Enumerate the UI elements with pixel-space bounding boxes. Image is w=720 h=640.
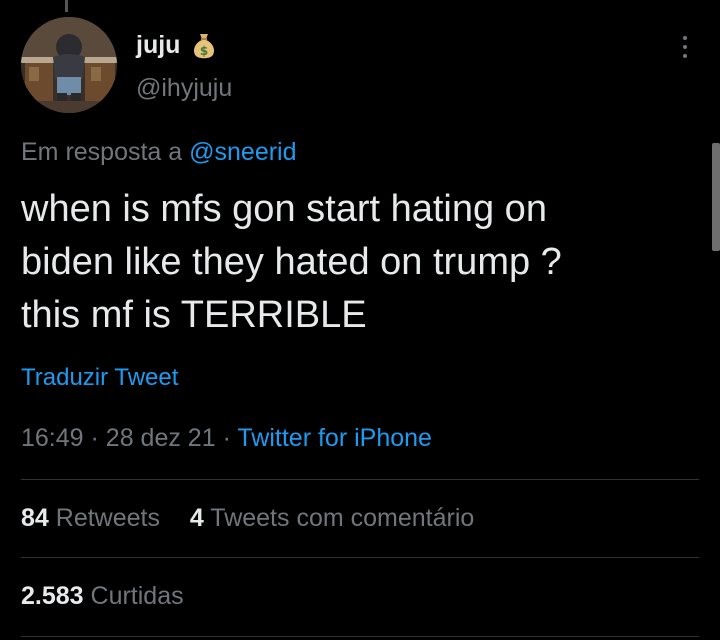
avatar[interactable] (21, 17, 117, 113)
divider (21, 557, 699, 558)
likes-stat[interactable]: 2.583 Curtidas (21, 581, 184, 611)
retweets-label: Retweets (55, 504, 160, 532)
tweet-meta: 16:49 · 28 dez 21 · Twitter for iPhone (21, 423, 432, 453)
quote-tweets-label: Tweets com comentário (210, 504, 475, 532)
likes-count: 2.583 (21, 582, 84, 610)
author-handle[interactable]: @ihyjuju (136, 76, 232, 101)
retweets-count: 84 (21, 504, 49, 532)
reply-context: Em resposta a @sneerid (21, 137, 297, 167)
translate-tweet-link[interactable]: Traduzir Tweet (21, 364, 178, 393)
tweet-detail-view: juju $ @ihyjuju Em resposta a @sneerid w… (0, 0, 720, 640)
divider (21, 636, 699, 637)
tweet-source-link[interactable]: Twitter for iPhone (237, 424, 432, 452)
tweet-time[interactable]: 16:49 (21, 424, 84, 452)
author-display-name[interactable]: juju (136, 32, 180, 58)
svg-text:$: $ (200, 44, 208, 58)
thread-connector-line (65, 0, 68, 12)
engagement-stats: 84 Retweets 4 Tweets com comentário (21, 503, 474, 533)
likes-label: Curtidas (90, 582, 184, 610)
quote-tweets-count: 4 (189, 504, 204, 532)
quote-tweets-stat[interactable]: 4 Tweets com comentário (190, 504, 474, 532)
retweets-stat[interactable]: 84 Retweets (21, 504, 167, 532)
reply-mention-link[interactable]: @sneerid (189, 138, 296, 166)
divider (21, 479, 699, 480)
more-options-icon[interactable] (672, 30, 698, 64)
avatar-image (21, 17, 117, 113)
tweet-date[interactable]: 28 dez 21 (106, 424, 216, 452)
author-name-row: juju $ (136, 30, 219, 60)
meta-separator: · (222, 424, 231, 452)
tweet-text: when is mfs gon start hating on biden li… (21, 188, 562, 336)
meta-separator: · (90, 424, 99, 452)
scrollbar-thumb[interactable] (712, 143, 720, 251)
money-bag-icon: $ (189, 30, 219, 60)
reply-prefix: Em resposta a (21, 138, 183, 166)
